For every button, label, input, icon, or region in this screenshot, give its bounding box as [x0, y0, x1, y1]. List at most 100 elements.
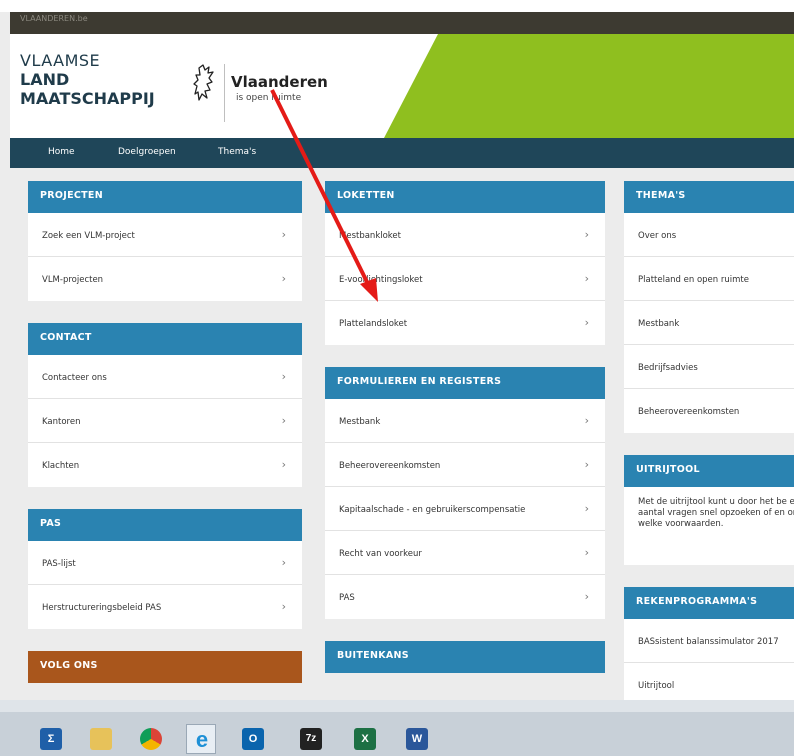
list-item-plattelandsloket[interactable]: Plattelandsloket › — [325, 301, 605, 345]
vlm-logo[interactable]: VLAAMSE LAND MAATSCHAPPIJ — [20, 51, 155, 108]
chevron-right-icon: › — [281, 272, 286, 285]
list-item-contacteer-ons[interactable]: Contacteer ons › — [28, 355, 302, 399]
powershell-glyph: Σ — [40, 728, 62, 750]
header-diagonal — [384, 34, 438, 138]
flemish-lion-icon — [193, 64, 214, 101]
vlaanderen-tagline: is open ruimte — [236, 93, 302, 103]
list-item-zoek-project[interactable]: Zoek een VLM-project › — [28, 213, 302, 257]
list-item-thema-mestbank[interactable]: Mestbank — [624, 301, 794, 345]
list-item-mestbank[interactable]: Mestbank › — [325, 399, 605, 443]
chevron-right-icon: › — [584, 316, 589, 329]
buitenkans-heading: BUITENKANS — [325, 641, 605, 673]
contact-heading: CONTACT — [28, 323, 302, 355]
list-item-bedrijfsadvies[interactable]: Bedrijfsadvies — [624, 345, 794, 389]
themas-heading: THEMA'S — [624, 181, 794, 213]
list-item-klachten[interactable]: Klachten › — [28, 443, 302, 487]
screen-top-strip — [0, 0, 794, 12]
outlook-icon[interactable]: O — [238, 724, 268, 754]
list-item-kapitaalschade[interactable]: Kapitaalschade - en gebruikerscompensati… — [325, 487, 605, 531]
outlook-glyph: O — [242, 728, 264, 750]
nav-home[interactable]: Home — [48, 147, 75, 157]
left-column: PROJECTEN Zoek een VLM-project › VLM-proj… — [28, 181, 302, 700]
nav-themas[interactable]: Thema's — [218, 147, 256, 157]
right-column: THEMA'S Over ons Platteland en open ruim… — [624, 181, 794, 700]
item-label: BASsistent balanssimulator 2017 — [638, 637, 779, 647]
loketten-block: LOKETTEN Mestbankloket › E-voorlichtingsl… — [325, 181, 605, 345]
contact-block: CONTACT Contacteer ons › Kantoren › Klacht… — [28, 323, 302, 487]
list-item-bassistent[interactable]: BASsistent balanssimulator 2017 — [624, 619, 794, 663]
chevron-right-icon: › — [584, 458, 589, 471]
brand-line-1: VLAAMSE — [20, 51, 101, 70]
chevron-right-icon: › — [584, 272, 589, 285]
excel-icon[interactable]: X — [350, 724, 380, 754]
chevron-right-icon: › — [584, 590, 589, 603]
7zip-icon[interactable]: 7z — [296, 724, 326, 754]
list-item-thema-beheerovereenkomsten[interactable]: Beheerovereenkomsten — [624, 389, 794, 433]
item-label: Platteland en open ruimte — [638, 275, 749, 285]
item-label: Contacteer ons — [42, 373, 107, 383]
internet-explorer-icon[interactable]: e — [186, 724, 216, 754]
projecten-heading: PROJECTEN — [28, 181, 302, 213]
file-explorer-icon[interactable] — [86, 724, 116, 754]
item-label: E-voorlichtingsloket — [339, 275, 423, 285]
item-label: Plattelandsloket — [339, 319, 408, 329]
word-glyph: W — [406, 728, 428, 750]
item-label: Mestbankloket — [339, 231, 401, 241]
vlaanderen-topbar: VLAANDEREN.be — [10, 12, 794, 34]
item-label: Bedrijfsadvies — [638, 363, 698, 373]
uitrijtool-block: UITRIJTOOL Met de uitrijtool kunt u door… — [624, 455, 794, 565]
volg-ons-block: VOLG ONS — [28, 651, 302, 683]
chevron-right-icon: › — [281, 600, 286, 613]
item-label: Klachten — [42, 461, 80, 471]
7zip-glyph: 7z — [300, 728, 322, 750]
ie-glyph: e — [195, 727, 209, 752]
windows-taskbar: Σ e O 7z X W — [0, 700, 794, 756]
list-item-pas[interactable]: PAS › — [325, 575, 605, 619]
list-item-beheerovereenkomsten[interactable]: Beheerovereenkomsten › — [325, 443, 605, 487]
nav-doelgroepen[interactable]: Doelgroepen — [118, 147, 176, 157]
item-label: PAS — [339, 593, 355, 603]
chevron-right-icon: › — [281, 556, 286, 569]
page-content: PROJECTEN Zoek een VLM-project › VLM-proj… — [10, 168, 794, 700]
list-item-uitrijtool[interactable]: Uitrijtool — [624, 663, 794, 700]
powershell-icon[interactable]: Σ — [36, 724, 66, 754]
formulieren-block: FORMULIEREN EN REGISTERS Mestbank › Behee… — [325, 367, 605, 619]
rekenprogrammas-heading: REKENPROGRAMMA'S — [624, 587, 794, 619]
list-item-vlm-projecten[interactable]: VLM-projecten › — [28, 257, 302, 301]
uitrijtool-heading: UITRIJTOOL — [624, 455, 794, 487]
vlaanderen-logo-text[interactable]: Vlaanderen — [231, 73, 328, 91]
vlaanderen-link[interactable]: VLAANDEREN.be — [20, 14, 88, 23]
list-item-e-voorlichtingsloket[interactable]: E-voorlichtingsloket › — [325, 257, 605, 301]
site-header: VLAAMSE LAND MAATSCHAPPIJ Vlaanderen is … — [10, 34, 794, 138]
word-icon[interactable]: W — [402, 724, 432, 754]
item-label: Herstructureringsbeleid PAS — [42, 603, 162, 613]
list-item-mestbankloket[interactable]: Mestbankloket › — [325, 213, 605, 257]
list-item-platteland[interactable]: Platteland en open ruimte — [624, 257, 794, 301]
loketten-heading: LOKETTEN — [325, 181, 605, 213]
item-label: Zoek een VLM-project — [42, 231, 135, 241]
brand-line-3: MAATSCHAPPIJ — [20, 89, 155, 108]
volg-ons-heading: VOLG ONS — [28, 651, 302, 683]
list-item-pas-lijst[interactable]: PAS-lijst › — [28, 541, 302, 585]
chevron-right-icon: › — [281, 370, 286, 383]
folder-glyph — [90, 728, 112, 750]
themas-block: THEMA'S Over ons Platteland en open ruim… — [624, 181, 794, 433]
taskbar-top-edge — [0, 700, 794, 712]
chrome-icon[interactable] — [136, 724, 166, 754]
chrome-glyph — [140, 728, 162, 750]
buitenkans-block: BUITENKANS — [325, 641, 605, 673]
item-label: Kantoren — [42, 417, 81, 427]
pas-heading: PAS — [28, 509, 302, 541]
chevron-right-icon: › — [281, 458, 286, 471]
chevron-right-icon: › — [281, 414, 286, 427]
list-item-recht-van-voorkeur[interactable]: Recht van voorkeur › — [325, 531, 605, 575]
list-item-kantoren[interactable]: Kantoren › — [28, 399, 302, 443]
chevron-right-icon: › — [584, 228, 589, 241]
chevron-right-icon: › — [584, 546, 589, 559]
list-item-over-ons[interactable]: Over ons — [624, 213, 794, 257]
item-label: Mestbank — [339, 417, 381, 427]
chevron-right-icon: › — [584, 502, 589, 515]
middle-column: LOKETTEN Mestbankloket › E-voorlichtingsl… — [325, 181, 605, 695]
chevron-right-icon: › — [584, 414, 589, 427]
list-item-herstructureringsbeleid[interactable]: Herstructureringsbeleid PAS › — [28, 585, 302, 629]
